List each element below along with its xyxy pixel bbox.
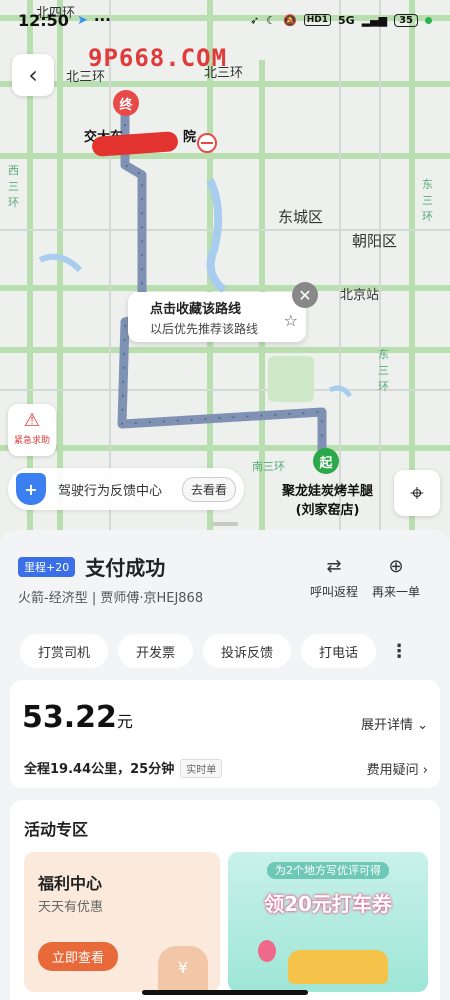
- invoice-chip[interactable]: 开发票: [118, 634, 194, 668]
- network-label: 5G: [338, 13, 355, 27]
- activity-section: 活动专区 福利中心 天天有优惠 立即查看 ¥ 为2个地方写优评可得 领20元打车…: [10, 800, 440, 1000]
- crosshair-icon: ⌖: [410, 479, 424, 507]
- sheet-handle[interactable]: [212, 522, 238, 526]
- fare-amount: 53.22元: [22, 700, 133, 735]
- complaint-chip[interactable]: 投诉反馈: [203, 634, 292, 668]
- feedback-text: 驾驶行为反馈中心: [58, 483, 163, 499]
- tip-driver-chip[interactable]: 打赏司机: [20, 634, 109, 668]
- chevron-down-icon: ⌄: [417, 718, 428, 733]
- view-now-button[interactable]: 立即查看: [38, 942, 119, 971]
- chevron-left-icon: ‹: [28, 61, 38, 89]
- coupon-banner[interactable]: 为2个地方写优评可得 领20元打车券: [228, 852, 428, 992]
- welfare-card[interactable]: 福利中心 天天有优惠 立即查看 ¥: [24, 852, 220, 992]
- map-label-beijing-station: 北京站: [340, 288, 380, 303]
- return-trip-button[interactable]: ⇄ 呼叫返程: [310, 556, 358, 600]
- hd-badge: HD1: [303, 14, 331, 26]
- start-location-name: 聚龙娃炭烤羊腿 (刘家窑店): [282, 484, 374, 518]
- signal-icon: ▂▄▆: [361, 13, 388, 27]
- car-info: 火箭-经济型 | 贾师傅·京HEJ868: [18, 591, 204, 606]
- close-icon[interactable]: ✕: [292, 282, 318, 308]
- fare-card: 53.22元 展开详情 ⌄ 全程19.44公里，25分钟 实时单 费用疑问 ›: [10, 680, 440, 788]
- reorder-label: 再来一单: [372, 585, 421, 599]
- favorite-route-popup[interactable]: 点击收藏该路线 以后优先推荐该路线 ☆: [128, 292, 306, 342]
- reorder-icon: ⊕: [388, 556, 404, 577]
- end-marker: 终: [113, 90, 139, 116]
- watermark: 9P668.COM: [88, 44, 228, 72]
- location-icon: ➶: [249, 13, 260, 27]
- activity-title: 活动专区: [24, 820, 89, 839]
- coupon-title: 领20元打车券: [264, 892, 392, 916]
- call-chip[interactable]: 打电话: [301, 634, 377, 668]
- back-button[interactable]: ‹: [12, 54, 54, 96]
- payment-title: 支付成功: [85, 556, 166, 580]
- favorite-popup-title: 点击收藏该路线: [150, 302, 242, 317]
- welfare-subtitle: 天天有优惠: [38, 900, 104, 915]
- mileage-badge[interactable]: 里程+20: [18, 556, 76, 577]
- coupon-subtitle: 为2个地方写优评可得: [228, 862, 428, 879]
- swap-icon: ⇄: [326, 556, 342, 577]
- map-label-west-3rd-ring: 西三环: [8, 164, 19, 209]
- reorder-button[interactable]: ⊕ 再来一单: [372, 556, 420, 600]
- map-label-chaoyang: 朝阳区: [352, 232, 398, 250]
- expand-details-link[interactable]: 展开详情 ⌄: [361, 714, 428, 733]
- sos-button[interactable]: ⚠ 紧急求助: [8, 404, 56, 456]
- chevron-right-icon: ›: [422, 763, 428, 778]
- more-dots-icon: ···: [93, 11, 111, 29]
- map-label-east-3rd-ring: 东三环: [422, 178, 433, 223]
- battery-indicator: 35: [394, 13, 418, 27]
- mute-icon: 🔕: [283, 13, 297, 27]
- realtime-tag: 实时单: [180, 759, 223, 778]
- sos-label: 紧急求助: [13, 436, 50, 446]
- locate-button[interactable]: ⌖: [394, 470, 440, 516]
- start-marker: 起: [313, 448, 339, 474]
- shield-icon: +: [16, 473, 46, 505]
- telegram-icon: ➤: [76, 12, 88, 28]
- moon-icon: ☾: [266, 13, 277, 27]
- balloon-icon: [258, 940, 276, 962]
- map-label-south-3rd-ring: 南三环: [252, 460, 285, 473]
- payment-status-row: 里程+20 支付成功: [18, 552, 165, 581]
- route-map[interactable]: 北四环 北三环 北三环 东城区 朝阳区 北京站 南三环 西三环 东三环 东三环 …: [0, 0, 450, 540]
- money-bag-icon: ¥: [158, 946, 208, 992]
- feedback-go-button[interactable]: 去看看: [181, 476, 236, 502]
- welfare-title: 福利中心: [38, 874, 103, 893]
- fee-question-link[interactable]: 费用疑问 ›: [367, 759, 428, 778]
- action-chips: 打赏司机 开发票 投诉反馈 打电话 ⋮: [20, 634, 408, 668]
- car-illustration: [288, 950, 388, 984]
- status-bar: 12:50 ➤ ··· ➶ ☾ 🔕 HD1 5G ▂▄▆ 35: [0, 0, 450, 40]
- distance-time: 全程19.44公里，25分钟 实时单: [24, 758, 223, 778]
- star-icon[interactable]: ☆: [284, 311, 298, 330]
- camera-dot-icon: [425, 16, 432, 24]
- status-time: 12:50: [18, 10, 69, 30]
- favorite-popup-subtitle: 以后优先推荐该路线: [150, 322, 259, 336]
- home-indicator[interactable]: [142, 990, 308, 995]
- driving-feedback-banner[interactable]: + 驾驶行为反馈中心 去看看: [8, 468, 244, 510]
- more-vertical-icon[interactable]: ⋮: [390, 641, 408, 662]
- return-trip-label: 呼叫返程: [310, 585, 359, 599]
- alarm-icon: ⚠: [23, 410, 41, 431]
- map-label-east-3rd-ring-2: 东三环: [378, 348, 389, 393]
- map-label-dongcheng: 东城区: [278, 208, 324, 226]
